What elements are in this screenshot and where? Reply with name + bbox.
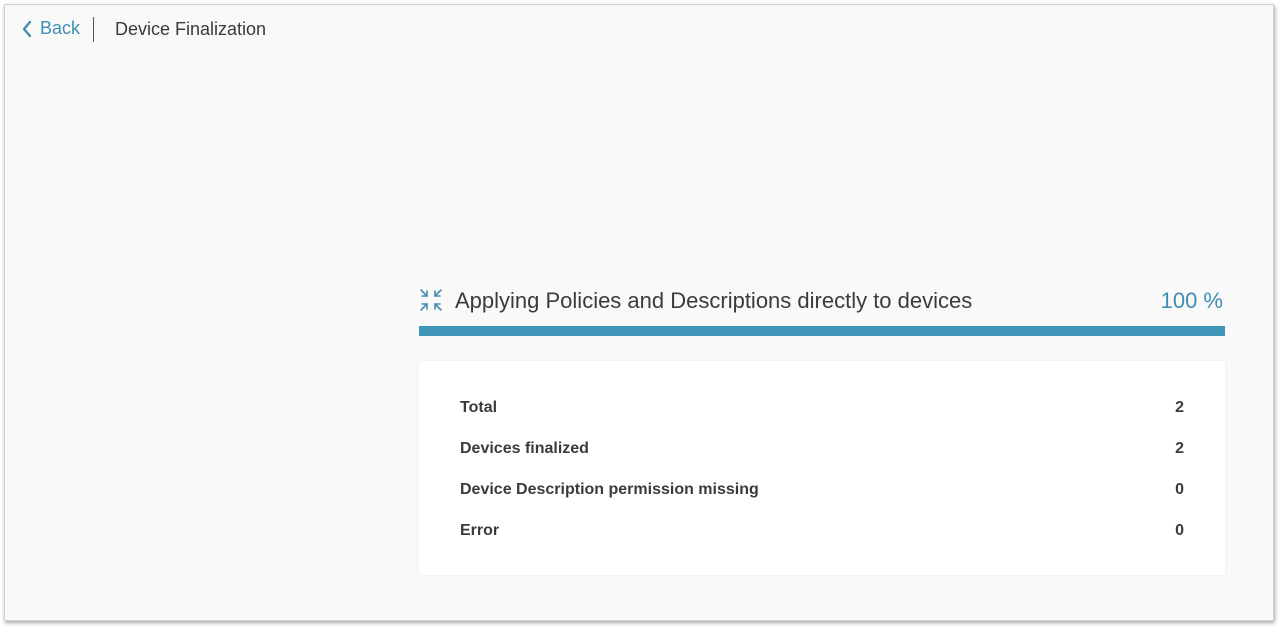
progress-label: Applying Policies and Descriptions direc…: [455, 288, 973, 313]
stat-row-total: Total 2: [460, 399, 1184, 440]
stat-row-error: Error 0: [460, 522, 1184, 563]
back-label: Back: [40, 18, 81, 38]
stat-value: 0: [1175, 481, 1184, 498]
app-window: Back Device Finalization Applying Polici…: [4, 4, 1274, 621]
stats-card: Total 2 Devices finalized 2 Device Descr…: [419, 361, 1225, 575]
compress-icon: [420, 289, 442, 311]
progress-bar-fill: [419, 326, 1225, 336]
header-divider: [93, 17, 94, 42]
stat-label: Error: [460, 522, 500, 539]
stat-row-permission-missing: Device Description permission missing 0: [460, 481, 1184, 522]
page-title: Device Finalization: [115, 19, 267, 39]
stat-value: 2: [1175, 399, 1184, 416]
stat-row-devices-finalized: Devices finalized 2: [460, 440, 1184, 481]
progress-percent: 100 %: [1160, 288, 1223, 313]
back-button[interactable]: Back: [20, 18, 80, 39]
chevron-left-icon: [22, 20, 32, 37]
stat-value: 2: [1175, 440, 1184, 457]
stat-label: Devices finalized: [460, 440, 589, 457]
top-bar: Back Device Finalization: [5, 5, 1273, 55]
stat-label: Device Description permission missing: [460, 481, 759, 498]
stats-list: Total 2 Devices finalized 2 Device Descr…: [460, 399, 1184, 563]
progress-header: Applying Policies and Descriptions direc…: [419, 285, 1225, 321]
stat-value: 0: [1175, 522, 1184, 539]
stat-label: Total: [460, 399, 498, 416]
progress-bar: [419, 326, 1225, 336]
